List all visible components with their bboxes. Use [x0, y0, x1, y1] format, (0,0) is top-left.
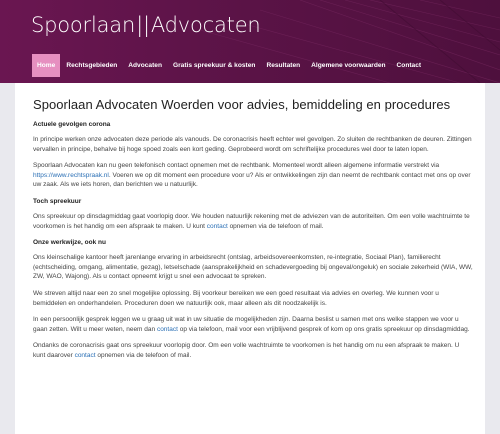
nav-item-contact[interactable]: Contact	[392, 54, 427, 77]
site-header: Spoorlaan||Advocaten Home Rechtsgebieden…	[0, 0, 500, 83]
paragraph-werkwijze-3: In een persoonlijk gesprek leggen we u g…	[33, 315, 473, 334]
text: op via telefoon, mail voor een vrijblijv…	[177, 325, 470, 333]
section-heading-werkwijze: Onze werkwijze, ook nu	[33, 239, 106, 247]
paragraph-werkwijze-2: We streven altijd naar een zo snel mogel…	[33, 289, 439, 307]
main-navigation: Home Rechtsgebieden Advocaten Gratis spr…	[32, 54, 427, 77]
article: Spoorlaan Advocaten Woerden voor advies,…	[33, 97, 473, 368]
contact-link[interactable]: contact	[75, 352, 96, 359]
nav-item-algemene-voorwaarden[interactable]: Algemene voorwaarden	[306, 54, 390, 77]
section-heading-corona: Actuele gevolgen corona	[33, 121, 111, 128]
logo-text-left: Spoorlaan	[31, 13, 136, 37]
nav-item-resultaten[interactable]: Resultaten	[261, 54, 305, 77]
nav-item-home[interactable]: Home	[32, 54, 61, 77]
paragraph-spreekuur: Ons spreekuur op dinsdagmiddag gaat voor…	[33, 212, 473, 231]
nav-item-rechtsgebieden[interactable]: Rechtsgebieden	[61, 54, 122, 77]
text: Spoorlaan Advocaten kan nu geen telefoni…	[33, 162, 440, 170]
contact-link[interactable]: contact	[157, 326, 178, 333]
text: opnemen via de telefoon of mail.	[95, 351, 192, 359]
main-content-panel: Spoorlaan Advocaten Woerden voor advies,…	[15, 83, 485, 434]
paragraph-corona-1: In principe werken onze advocaten deze p…	[33, 136, 472, 153]
text: opnemen via de telefoon of mail.	[227, 222, 324, 230]
nav-item-gratis-spreekuur[interactable]: Gratis spreekuur & kosten	[168, 54, 260, 77]
logo-separator: ||	[136, 13, 150, 37]
paragraph-werkwijze-1: Ons kleinschalige kantoor heeft jarenlan…	[33, 254, 473, 281]
paragraph-corona-2: Spoorlaan Advocaten kan nu geen telefoni…	[33, 161, 473, 190]
section-heading-spreekuur: Toch spreekuur	[33, 197, 82, 205]
contact-link[interactable]: contact	[207, 223, 228, 230]
logo-text-right: Advocaten	[150, 13, 261, 37]
paragraph-werkwijze-4: Ondanks de coronacrisis gaat ons spreeku…	[33, 341, 473, 360]
site-logo[interactable]: Spoorlaan||Advocaten	[31, 13, 261, 37]
nav-item-advocaten[interactable]: Advocaten	[123, 54, 167, 77]
page-title: Spoorlaan Advocaten Woerden voor advies,…	[33, 97, 451, 112]
rechtspraak-link[interactable]: https://www.rechtspraak.nl	[33, 172, 109, 179]
